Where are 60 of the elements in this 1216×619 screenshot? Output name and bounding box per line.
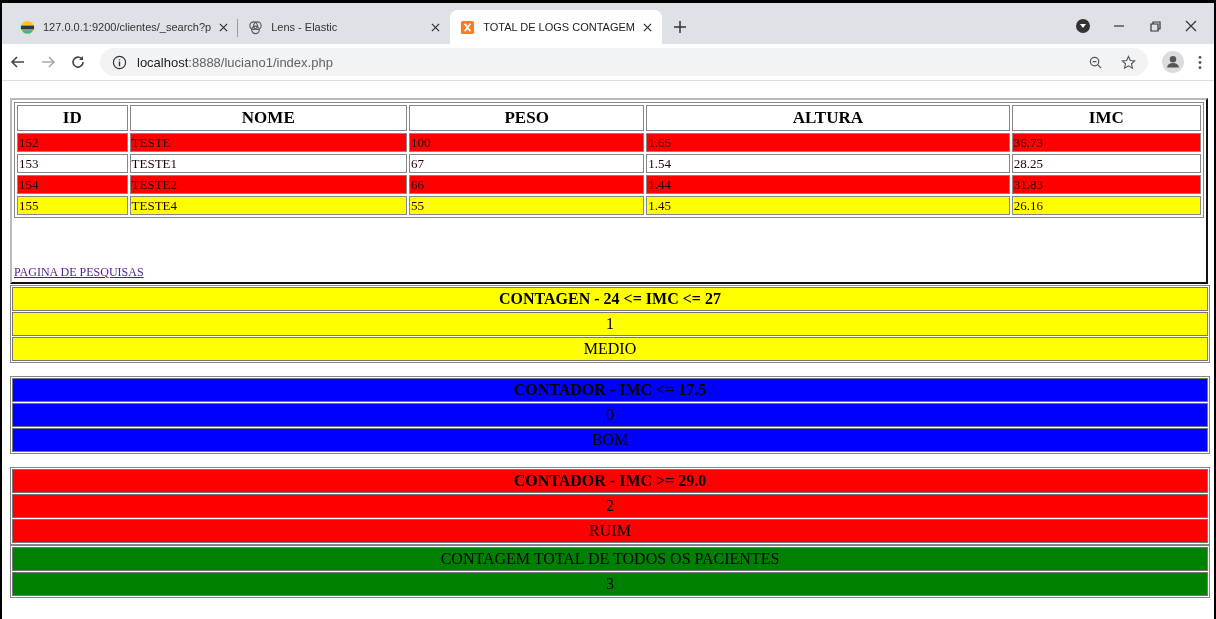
- counter-title: CONTADOR - IMC <= 17.5: [12, 378, 1208, 402]
- table-cell: TESTE1: [129, 154, 408, 173]
- tab-title: TOTAL DE LOGS CONTAGEM: [483, 21, 636, 33]
- table-cell: 1.44: [646, 175, 1010, 194]
- tab-title: Lens - Elastic: [271, 21, 339, 33]
- table-cell: TESTE2: [129, 175, 408, 194]
- table-cell: 1.54: [646, 154, 1010, 173]
- close-icon[interactable]: [431, 22, 441, 32]
- browser-tab[interactable]: Lens - Elastic: [238, 10, 451, 44]
- counter-title: CONTADOR - IMC >= 29.0: [12, 469, 1208, 493]
- table-cell: TESTE: [129, 133, 408, 152]
- column-header: PESO: [409, 105, 645, 131]
- table-cell: 1.45: [646, 196, 1010, 215]
- counter-value: CONTAGEM TOTAL DE TODOS OS PACIENTES: [12, 547, 1208, 571]
- address-field[interactable]: localhost:8888/luciano1/index.php: [100, 48, 1148, 76]
- counter-value: MEDIO: [12, 337, 1208, 361]
- striped-circle-icon: [20, 19, 35, 35]
- table-cell: 28.25: [1011, 154, 1201, 173]
- browser-tab[interactable]: 127.0.0.1:9200/clientes/_search?p: [10, 10, 239, 44]
- table-cell: 153: [17, 154, 128, 173]
- new-tab-icon[interactable]: [674, 21, 687, 33]
- counter-value: BOM: [12, 428, 1208, 452]
- counter-title: CONTAGEN - 24 <= IMC <= 27: [12, 287, 1208, 311]
- zoom-out-icon[interactable]: [1088, 54, 1103, 70]
- info-icon: [112, 54, 127, 70]
- table-cell: 100: [409, 133, 645, 152]
- x-square-icon: [460, 19, 476, 35]
- counter-value: 2: [12, 494, 1208, 518]
- counter-value: 3: [12, 572, 1208, 596]
- menu-icon[interactable]: [1198, 54, 1202, 70]
- table-cell: 66: [409, 175, 645, 194]
- table-cell: TESTE4: [129, 196, 408, 215]
- table-cell: 154: [17, 175, 128, 194]
- search-page-link[interactable]: PAGINA DE PESQUISAS: [14, 265, 144, 280]
- table-cell: 36.73: [1011, 133, 1201, 152]
- column-header: NOME: [129, 105, 408, 131]
- table-cell: 152: [17, 133, 128, 152]
- close-icon[interactable]: [219, 22, 229, 32]
- counter-value: RUIM: [12, 519, 1208, 543]
- table-cell: 155: [17, 196, 128, 215]
- table-cell: 55: [409, 196, 645, 215]
- browser-tab[interactable]: TOTAL DE LOGS CONTAGEM: [450, 10, 663, 44]
- counter-value: 0: [12, 403, 1208, 427]
- table-cell: 67: [409, 154, 645, 173]
- column-header: ID: [17, 105, 128, 131]
- table-cell: 31.83: [1011, 175, 1201, 194]
- close-icon[interactable]: [643, 22, 653, 32]
- flower-outline-icon: [248, 19, 264, 35]
- column-header: IMC: [1011, 105, 1201, 131]
- tab-title: 127.0.0.1:9200/clientes/_search?p: [43, 21, 212, 33]
- table-cell: 1.65: [646, 133, 1010, 152]
- star-icon[interactable]: [1121, 54, 1136, 70]
- back-arrow-icon[interactable]: [10, 54, 26, 70]
- avatar-icon[interactable]: [1162, 51, 1184, 73]
- close-icon[interactable]: [1184, 19, 1198, 33]
- column-header: ALTURA: [646, 105, 1010, 131]
- counter-value: 1: [12, 312, 1208, 336]
- table-cell: 26.16: [1011, 196, 1201, 215]
- reload-icon[interactable]: [70, 54, 86, 70]
- restore-icon[interactable]: [1148, 19, 1162, 33]
